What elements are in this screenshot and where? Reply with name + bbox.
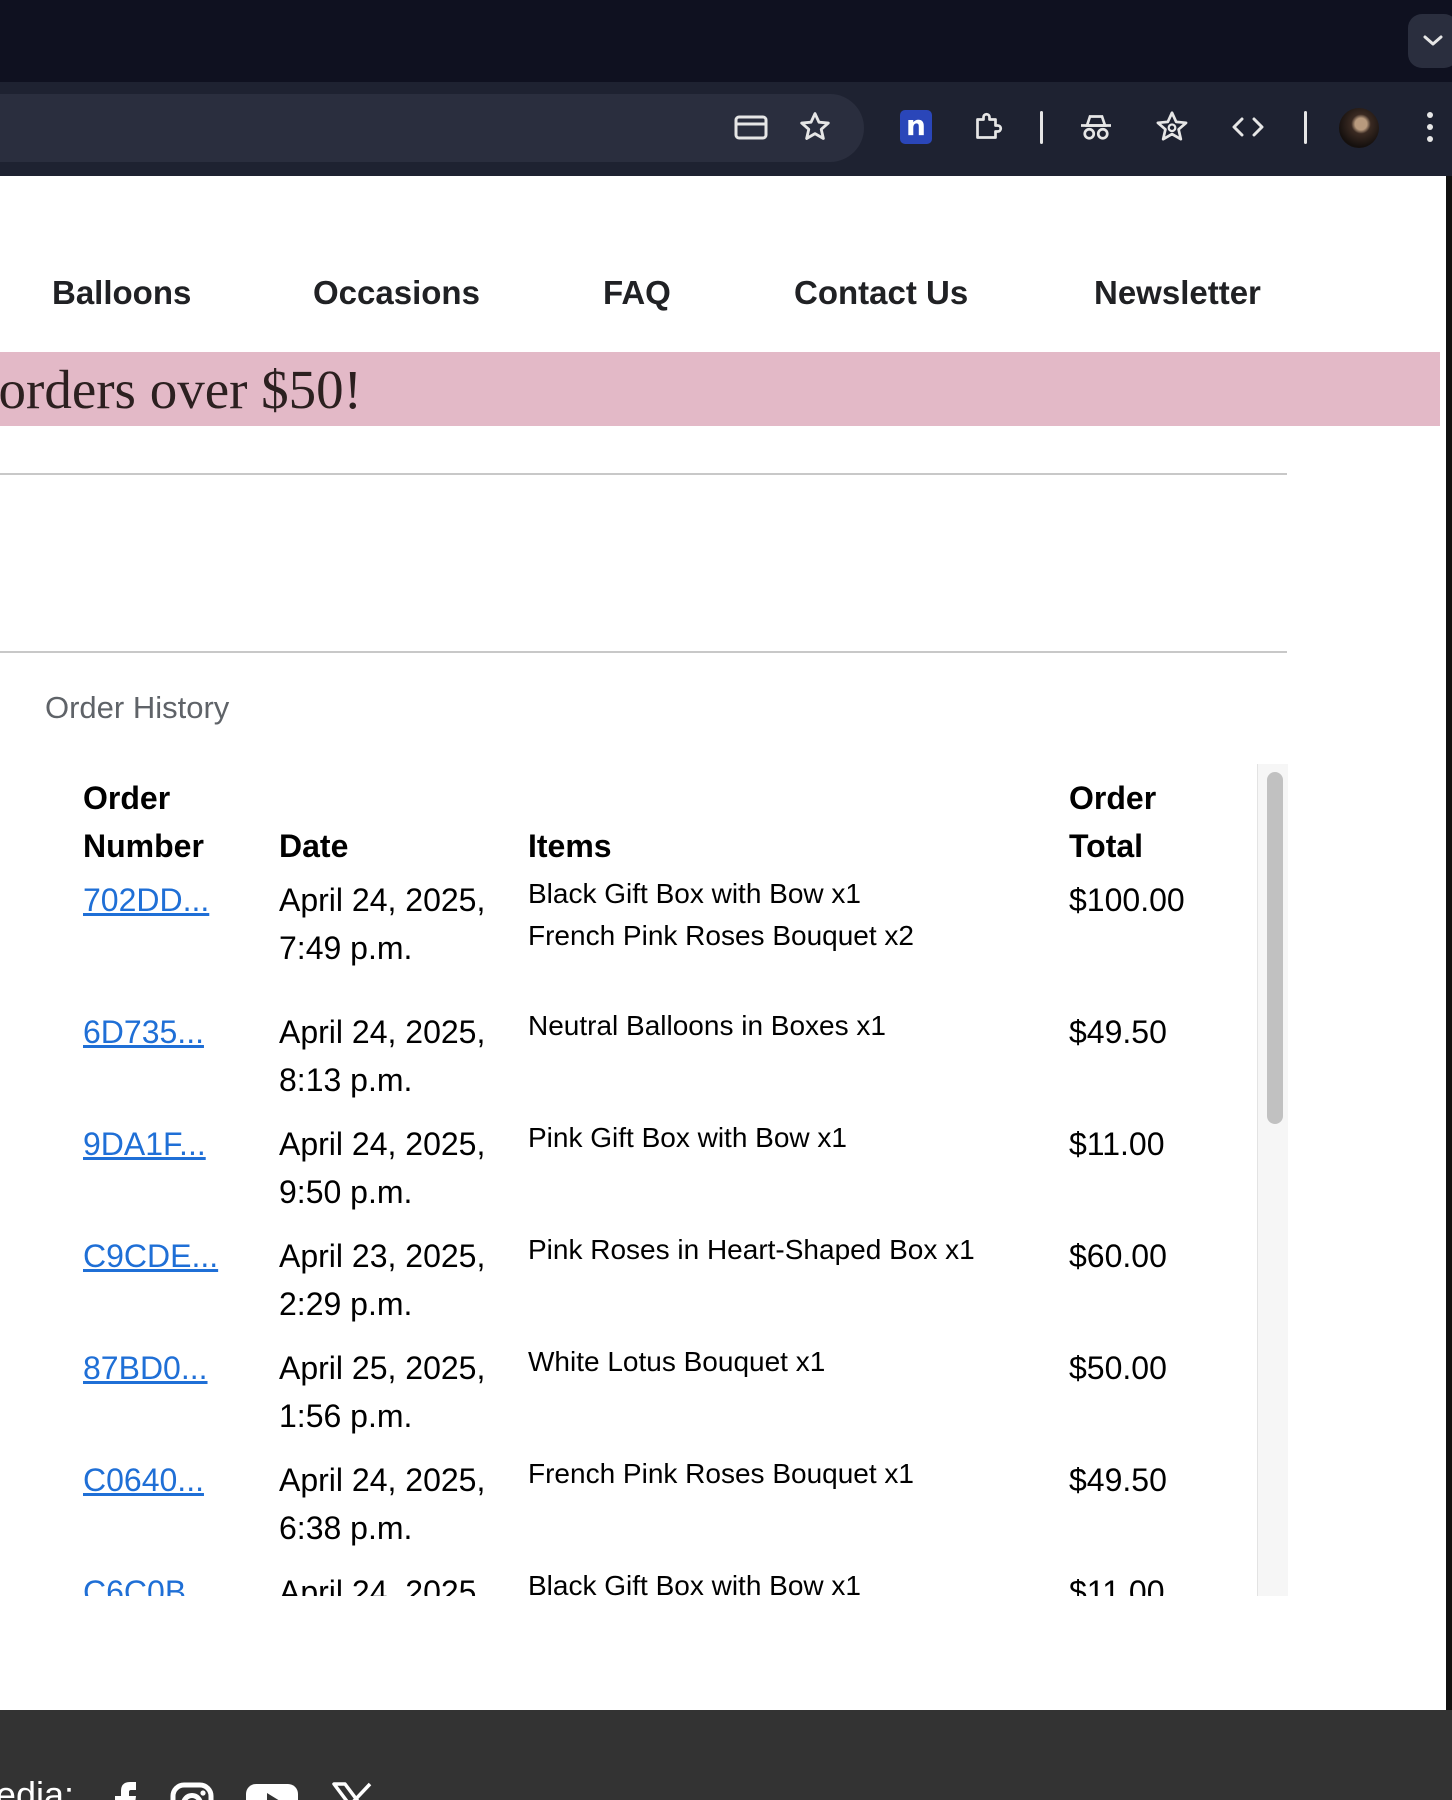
order-items: Black Gift Box with Bow x1 French Pink Ro… <box>528 873 1048 957</box>
nav-faq[interactable]: FAQ <box>603 274 671 312</box>
order-number-link[interactable]: 9DA1F... <box>83 1120 206 1168</box>
table-row: 87BD0... April 25, 2025, 1:56 p.m. White L… <box>0 1344 1250 1454</box>
order-items: Pink Gift Box with Bow x1 <box>528 1117 1048 1159</box>
order-item-line: Neutral Balloons in Boxes x1 <box>528 1010 886 1041</box>
promo-banner-text: n orders over $50! <box>0 359 362 420</box>
header-order-number: Order Number <box>83 780 204 864</box>
order-total: $60.00 <box>1069 1238 1167 1274</box>
table-row: C9CDE... April 23, 2025, 2:29 p.m. Pink Ro… <box>0 1232 1250 1342</box>
order-items: Neutral Balloons in Boxes x1 <box>528 1005 1048 1047</box>
header-order-total: Order Total <box>1069 780 1157 864</box>
order-total: $49.50 <box>1069 1014 1167 1050</box>
order-total: $100.00 <box>1069 882 1185 918</box>
x-icon[interactable] <box>332 1782 374 1800</box>
facebook-icon[interactable] <box>112 1782 140 1800</box>
order-items: Black Gift Box with Bow x1 <box>528 1565 1048 1596</box>
order-total: $11.00 <box>1069 1574 1165 1596</box>
more-menu-icon[interactable] <box>1412 107 1448 147</box>
order-item-line: Black Gift Box with Bow x1 <box>528 878 862 909</box>
order-date: April 24, 2025, 7:49 p.m. <box>279 882 486 966</box>
table-row: 6D735... April 24, 2025, 8:13 p.m. Neutral… <box>0 1008 1250 1118</box>
order-item-line: Black Gift Box with Bow x1 <box>528 1570 862 1596</box>
window-edge <box>1446 176 1452 1710</box>
profile-avatar[interactable] <box>1339 108 1379 148</box>
toolbar-divider <box>1040 111 1043 144</box>
order-number-link[interactable]: 87BD0... <box>83 1344 208 1392</box>
order-number-link[interactable]: C6C0B... <box>83 1568 213 1596</box>
table-scrollbar[interactable] <box>1257 764 1288 1596</box>
tab-search-dropdown-button[interactable] <box>1408 14 1452 68</box>
order-date: April 23, 2025, 2:29 p.m. <box>279 1238 486 1322</box>
extension-n-icon[interactable]: n <box>900 110 932 144</box>
order-items: White Lotus Bouquet x1 <box>528 1341 1048 1383</box>
incognito-icon[interactable] <box>1076 107 1116 147</box>
scrollbar-thumb[interactable] <box>1267 772 1283 1124</box>
footer-social-label: Social Media: <box>0 1774 74 1800</box>
site-footer: Social Media: <box>0 1710 1452 1800</box>
order-date: April 25, 2025, 1:56 p.m. <box>279 1350 486 1434</box>
order-item-line: French Pink Roses Bouquet x1 <box>528 1458 914 1489</box>
card-icon[interactable] <box>731 107 771 147</box>
chevron-down-icon <box>1423 35 1443 46</box>
order-items: Pink Roses in Heart-Shaped Box x1 <box>528 1229 1048 1271</box>
table-row: 702DD... April 24, 2025, 7:49 p.m. Black G… <box>0 876 1250 986</box>
divider <box>0 473 1287 475</box>
order-total: $11.00 <box>1069 1126 1165 1162</box>
order-date: April 24, 2025, 6:38 p.m. <box>279 1462 486 1546</box>
order-total: $49.50 <box>1069 1462 1167 1498</box>
table-row: C0640... April 24, 2025, 6:38 p.m. French … <box>0 1456 1250 1566</box>
order-number-link[interactable]: C9CDE... <box>83 1232 218 1280</box>
order-number-link[interactable]: 702DD... <box>83 876 209 924</box>
order-date: April 24, 2025, 8:13 p.m. <box>279 1014 486 1098</box>
divider <box>0 651 1287 653</box>
promo-banner: n orders over $50! <box>0 352 1440 426</box>
nav-contact-us[interactable]: Contact Us <box>794 274 968 312</box>
table-row: 9DA1F... April 24, 2025, 9:50 p.m. Pink Gi… <box>0 1120 1250 1230</box>
extensions-puzzle-icon[interactable] <box>968 107 1008 147</box>
order-item-line: Pink Gift Box with Bow x1 <box>528 1122 848 1153</box>
toolbar-divider <box>1304 111 1307 144</box>
order-history-table: Order Number Date Items Order Total 702D… <box>0 764 1287 1596</box>
order-number-link[interactable]: C0640... <box>83 1456 204 1504</box>
order-item-line: Pink Roses in Heart-Shaped Box x1 <box>528 1234 975 1265</box>
nav-occasions[interactable]: Occasions <box>313 274 480 312</box>
order-item-line: French Pink Roses Bouquet x2 <box>528 920 914 951</box>
order-date: April 24, 2025, 9:50 p.m. <box>279 1126 486 1210</box>
favorites-star-icon[interactable] <box>1152 107 1192 147</box>
nav-balloons[interactable]: Balloons <box>52 274 191 312</box>
nav-newsletter[interactable]: Newsletter <box>1094 274 1261 312</box>
table-row: C6C0B... April 24, 2025, Black Gift Box wi… <box>0 1568 1250 1596</box>
browser-tab-strip <box>0 0 1452 82</box>
order-history-title: Order History <box>45 690 230 725</box>
order-items: French Pink Roses Bouquet x1 <box>528 1453 1048 1495</box>
order-item-line: White Lotus Bouquet x1 <box>528 1346 826 1377</box>
bookmark-star-icon[interactable] <box>795 107 835 147</box>
header-date: Date <box>279 828 349 864</box>
header-items: Items <box>528 828 612 864</box>
order-date: April 24, 2025, <box>279 1574 486 1596</box>
code-icon[interactable] <box>1228 107 1268 147</box>
instagram-icon[interactable] <box>170 1782 214 1800</box>
order-total: $50.00 <box>1069 1350 1167 1386</box>
order-number-link[interactable]: 6D735... <box>83 1008 204 1056</box>
youtube-icon[interactable] <box>246 1782 298 1800</box>
